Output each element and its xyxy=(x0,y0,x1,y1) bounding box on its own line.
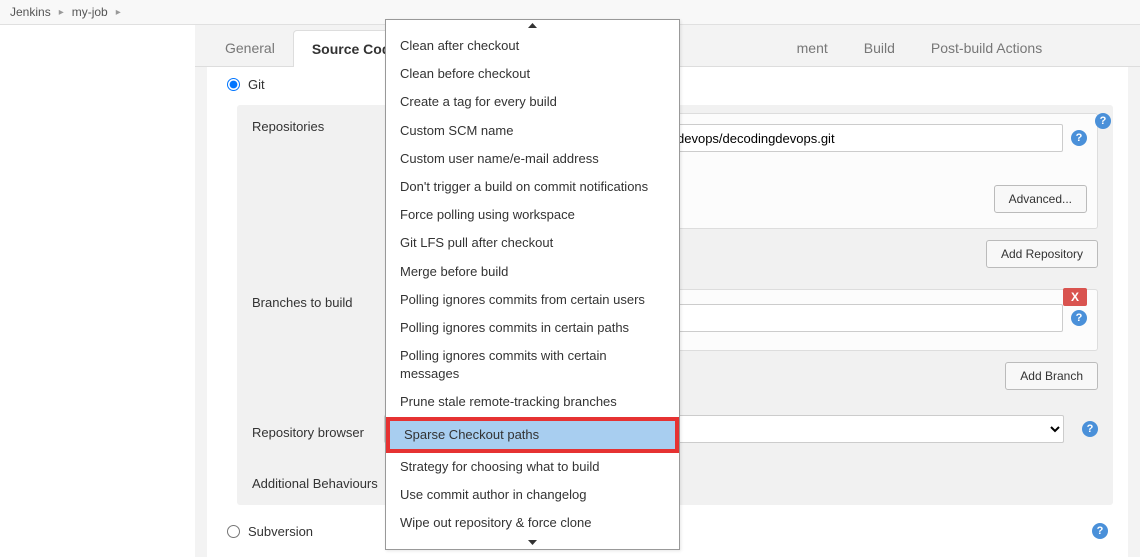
advanced-button[interactable]: Advanced... xyxy=(994,185,1087,213)
dropdown-item[interactable]: Custom user name/e-mail address xyxy=(386,145,679,173)
repo-url-input[interactable] xyxy=(668,124,1063,152)
dropdown-item[interactable]: Wipe out repository & force clone xyxy=(386,509,679,537)
tab-build[interactable]: Build xyxy=(846,30,913,66)
highlighted-dropdown-item: Sparse Checkout paths xyxy=(386,417,679,453)
branch-specifier-input[interactable] xyxy=(668,304,1063,332)
dropdown-item[interactable]: Force polling using workspace xyxy=(386,201,679,229)
delete-branch-button[interactable]: X xyxy=(1063,288,1087,306)
dropdown-item[interactable]: Don't trigger a build on commit notifica… xyxy=(386,173,679,201)
help-icon[interactable]: ? xyxy=(1092,523,1108,539)
subversion-radio-label: Subversion xyxy=(248,524,313,539)
scroll-down-arrow[interactable] xyxy=(386,537,679,549)
add-branch-button[interactable]: Add Branch xyxy=(1005,362,1098,390)
subversion-radio[interactable] xyxy=(227,525,240,538)
dropdown-item[interactable]: Polling ignores commits from certain use… xyxy=(386,286,679,314)
breadcrumb-jenkins[interactable]: Jenkins xyxy=(10,5,51,19)
repositories-label: Repositories xyxy=(252,113,407,134)
scroll-up-arrow[interactable] xyxy=(386,20,679,32)
chevron-right-icon: ▸ xyxy=(116,7,121,18)
help-icon[interactable]: ? xyxy=(1095,113,1111,129)
dropdown-item[interactable]: Create a tag for every build xyxy=(386,88,679,116)
git-radio-label: Git xyxy=(248,77,265,92)
dropdown-item[interactable]: Use commit author in changelog xyxy=(386,481,679,509)
help-icon[interactable]: ? xyxy=(1071,310,1087,326)
help-icon[interactable]: ? xyxy=(1071,130,1087,146)
dropdown-item[interactable]: Polling ignores commits with certain mes… xyxy=(386,342,679,388)
dropdown-item[interactable]: Polling ignores commits in certain paths xyxy=(386,314,679,342)
dropdown-item[interactable]: Clean after checkout xyxy=(386,32,679,60)
branches-label: Branches to build xyxy=(252,289,407,310)
dropdown-item[interactable]: Merge before build xyxy=(386,258,679,286)
dropdown-items-container: Clean after checkoutClean before checkou… xyxy=(386,32,679,537)
additional-label: Additional Behaviours xyxy=(252,470,407,491)
tab-general[interactable]: General xyxy=(207,30,293,66)
help-icon[interactable]: ? xyxy=(1082,421,1098,437)
behaviours-dropdown: Clean after checkoutClean before checkou… xyxy=(385,19,680,550)
dropdown-item[interactable]: Clean before checkout xyxy=(386,60,679,88)
tab-post-build[interactable]: Post-build Actions xyxy=(913,30,1060,66)
breadcrumb-job[interactable]: my-job xyxy=(72,5,108,19)
dropdown-item[interactable]: Prune stale remote-tracking branches xyxy=(386,388,679,416)
chevron-right-icon: ▸ xyxy=(59,7,64,18)
add-repository-button[interactable]: Add Repository xyxy=(986,240,1098,268)
dropdown-item[interactable]: Strategy for choosing what to build xyxy=(386,453,679,481)
dropdown-item[interactable]: Custom SCM name xyxy=(386,117,679,145)
dropdown-item[interactable]: Sparse Checkout paths xyxy=(390,421,675,449)
git-radio[interactable] xyxy=(227,78,240,91)
dropdown-item[interactable]: Git LFS pull after checkout xyxy=(386,229,679,257)
repo-browser-label: Repository browser xyxy=(252,419,384,440)
